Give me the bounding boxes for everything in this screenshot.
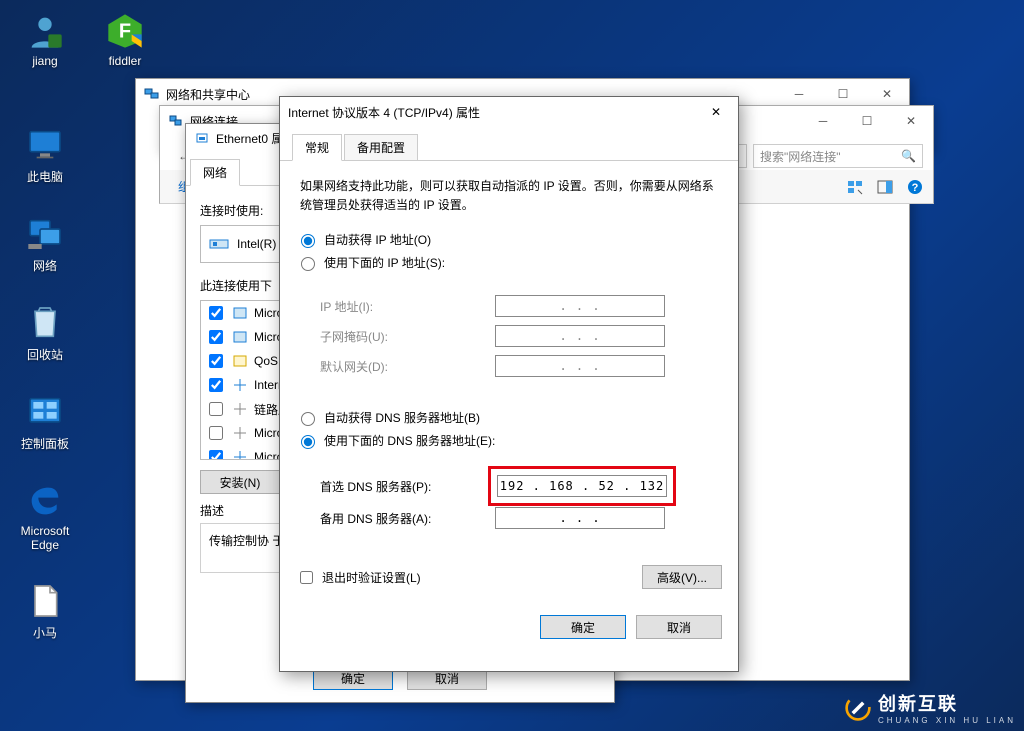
view-icon[interactable]: [847, 179, 863, 195]
network-conn-icon: [168, 113, 184, 129]
radio-ip-auto[interactable]: [301, 234, 315, 248]
label-validate: 退出时验证设置(L): [322, 569, 421, 586]
w2-close[interactable]: ✕: [889, 106, 933, 136]
desktop-icon-edge[interactable]: Microsoft Edge: [10, 480, 80, 552]
tab-network[interactable]: 网络: [190, 159, 240, 186]
label-dns-manual: 使用下面的 DNS 服务器地址(E):: [324, 432, 495, 449]
desktop-icon-user[interactable]: jiang: [10, 10, 80, 68]
tab-alt-config[interactable]: 备用配置: [344, 134, 418, 161]
search-icon: 🔍: [901, 149, 916, 163]
file-icon: [25, 581, 65, 621]
input-gateway: . . .: [495, 355, 665, 377]
desktop-icon-recycle[interactable]: 回收站: [10, 302, 80, 363]
w4-close[interactable]: ✕: [694, 97, 738, 127]
edge-icon: [25, 481, 65, 521]
control-panel-icon: [25, 392, 65, 432]
protocol-icon: [232, 425, 248, 441]
watermark-title: 创新互联: [878, 690, 1016, 716]
input-subnet: . . .: [495, 325, 665, 347]
protocol-icon: [232, 353, 248, 369]
w4-body: 如果网络支持此功能，则可以获取自动指派的 IP 设置。否则，你需要从网络系统管理…: [280, 161, 738, 655]
watermark-icon: [844, 694, 872, 722]
label-ip-addr: IP 地址(I):: [320, 298, 495, 315]
desktop-icon-fiddler[interactable]: F fiddler: [90, 10, 160, 68]
desktop-icon-control[interactable]: 控制面板: [10, 391, 80, 452]
input-dns-pref[interactable]: 192 . 168 . 52 . 132: [497, 475, 667, 497]
label-dns-pref: 首选 DNS 服务器(P):: [320, 478, 495, 495]
dns-fields: 首选 DNS 服务器(P): 192 . 168 . 52 . 132 备用 D…: [296, 455, 722, 551]
help-icon[interactable]: ?: [907, 179, 923, 195]
label-ip-manual: 使用下面的 IP 地址(S):: [324, 254, 445, 271]
svg-text:F: F: [119, 21, 131, 43]
adapter-name: Intel(R): [237, 237, 276, 251]
svg-text:?: ?: [912, 182, 919, 194]
input-dns-alt[interactable]: . . .: [495, 507, 665, 529]
protocol-icon: [232, 329, 248, 345]
tab-general[interactable]: 常规: [292, 134, 342, 161]
w4-titlebar[interactable]: Internet 协议版本 4 (TCP/IPv4) 属性 ✕: [280, 97, 738, 127]
w3-title: Ethernet0 属: [216, 130, 283, 147]
label-subnet: 子网掩码(U):: [320, 328, 495, 345]
ip-info-text: 如果网络支持此功能，则可以获取自动指派的 IP 设置。否则，你需要从网络系统管理…: [300, 177, 718, 215]
network-center-icon: [144, 86, 160, 102]
preview-icon[interactable]: [877, 179, 893, 195]
protocol-icon: [232, 401, 248, 417]
label-dns-auto: 自动获得 DNS 服务器地址(B): [324, 409, 480, 426]
w1-title: 网络和共享中心: [166, 86, 250, 103]
w4-title: Internet 协议版本 4 (TCP/IPv4) 属性: [288, 104, 480, 121]
fiddler-icon: F: [105, 11, 145, 51]
search-placeholder: 搜索"网络连接": [760, 148, 841, 165]
adapter-icon: [207, 232, 231, 256]
label-gateway: 默认网关(D):: [320, 358, 495, 375]
checkbox-validate[interactable]: [300, 571, 313, 584]
desktop-icon-thispc[interactable]: 此电脑: [10, 124, 80, 185]
watermark: 创新互联 CHUANG XIN HU LIAN: [844, 690, 1016, 725]
radio-dns-auto[interactable]: [301, 412, 315, 426]
watermark-sub: CHUANG XIN HU LIAN: [878, 716, 1016, 725]
desktop-icon-network[interactable]: 网络: [10, 213, 80, 274]
label-ip-auto: 自动获得 IP 地址(O): [324, 231, 431, 248]
network-icon: [25, 214, 65, 254]
search-box[interactable]: 搜索"网络连接" 🔍: [753, 144, 923, 168]
advanced-button[interactable]: 高级(V)...: [642, 565, 722, 589]
ethernet-icon: [194, 130, 210, 146]
pc-icon: [25, 125, 65, 165]
w4-tabs: 常规 备用配置: [280, 127, 738, 161]
desktop-icons-col1: jiang 此电脑 网络 回收站 控制面板 Microsoft Edge 小马: [10, 10, 80, 641]
ipv4-properties-dialog: Internet 协议版本 4 (TCP/IPv4) 属性 ✕ 常规 备用配置 …: [279, 96, 739, 672]
label-dns-alt: 备用 DNS 服务器(A):: [320, 510, 495, 527]
protocol-icon: [232, 377, 248, 393]
recycle-icon: [25, 303, 65, 343]
w4-ok-button[interactable]: 确定: [540, 615, 626, 639]
input-ip-addr: . . .: [495, 295, 665, 317]
radio-dns-manual[interactable]: [301, 435, 315, 449]
desc-label: 描述: [200, 504, 224, 518]
protocol-icon: [232, 305, 248, 321]
w4-cancel-button[interactable]: 取消: [636, 615, 722, 639]
install-button[interactable]: 安装(N): [200, 470, 280, 494]
user-icon: [25, 11, 65, 51]
protocol-icon: [232, 449, 248, 460]
w2-maximize[interactable]: ☐: [845, 106, 889, 136]
w2-minimize[interactable]: ─: [801, 106, 845, 136]
desktop-icon-file[interactable]: 小马: [10, 580, 80, 641]
ip-fields: IP 地址(I):. . . 子网掩码(U):. . . 默认网关(D):. .…: [296, 277, 722, 399]
radio-ip-manual[interactable]: [301, 257, 315, 271]
